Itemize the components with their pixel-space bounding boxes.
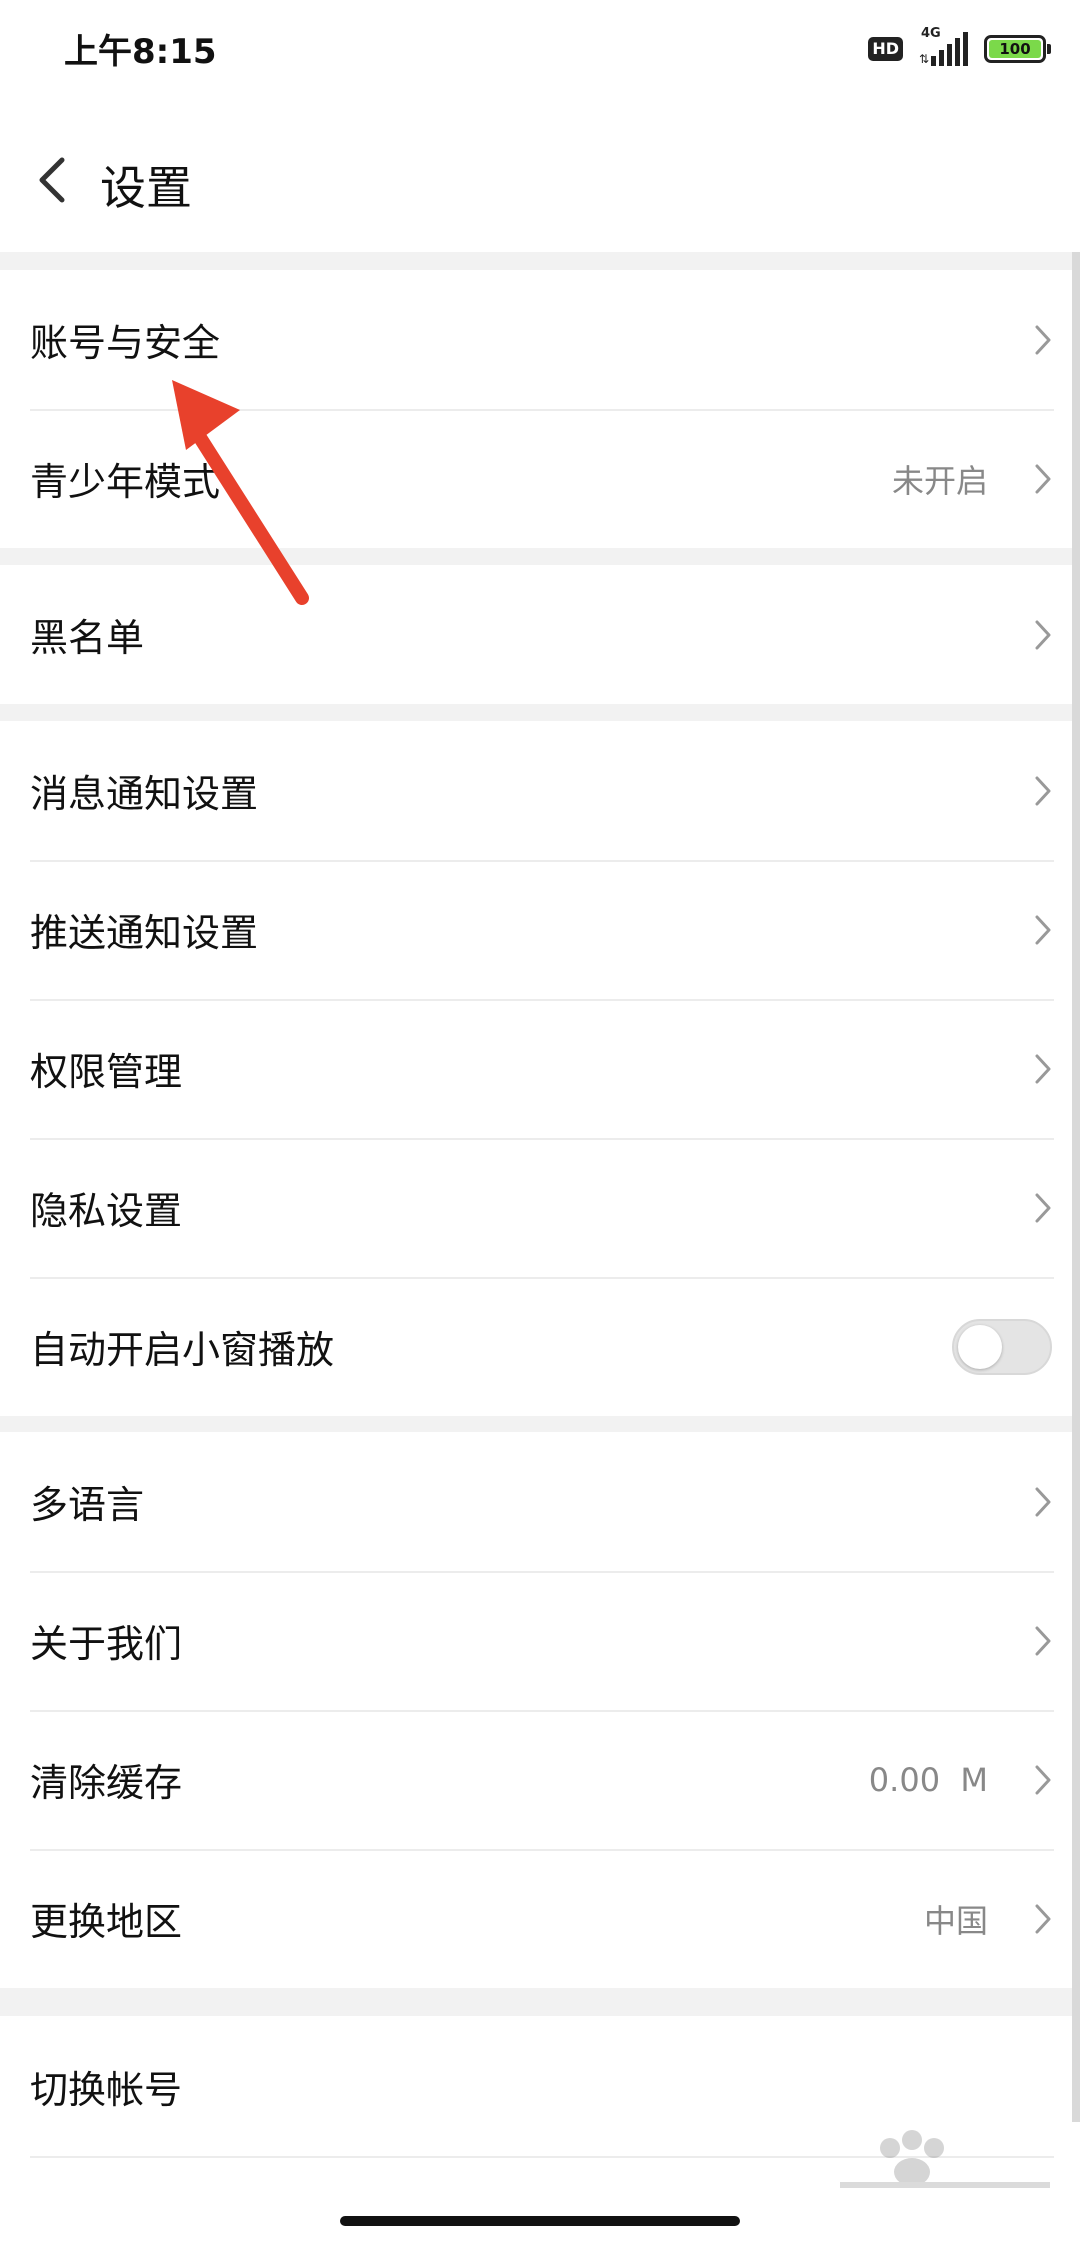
row-value: 未开启 [891,461,988,500]
row-value: 0.00 M [868,1760,988,1799]
settings-row-about-us[interactable]: 关于我们 [0,1571,1080,1710]
baidu-jingyan-watermark [840,2130,1050,2188]
app-header: 设置 [0,100,1080,252]
battery-icon: 100 [984,35,1051,63]
settings-row-clear-cache[interactable]: 清除缓存 0.00 M [0,1710,1080,1849]
chevron-left-icon [39,157,65,203]
status-icons: HD 4G ⇅ 100 [868,24,1051,74]
battery-level: 100 [989,40,1041,58]
row-label: 权限管理 [30,1050,183,1094]
back-button[interactable] [30,150,80,210]
chevron-right-icon [1035,1193,1051,1222]
settings-row-language[interactable]: 多语言 [0,1432,1080,1571]
settings-group-general: 多语言 关于我们 清除缓存 0.00 M 更换地区 中国 [0,1432,1080,1988]
settings-row-push-notification[interactable]: 推送通知设置 [0,860,1080,999]
row-label: 自动开启小窗播放 [30,1328,335,1372]
toggle-knob [958,1324,1002,1369]
row-label: 清除缓存 [30,1761,183,1805]
settings-row-privacy[interactable]: 隐私设置 [0,1138,1080,1277]
row-label: 隐私设置 [30,1189,183,1233]
row-label: 更换地区 [30,1900,183,1944]
chevron-right-icon [1035,1765,1051,1794]
page-title: 设置 [100,161,192,215]
cellular-signal-icon: 4G ⇅ [919,26,968,66]
data-arrows-icon: ⇅ [919,52,930,66]
row-label: 关于我们 [30,1622,183,1666]
auto-mini-window-toggle[interactable] [952,1318,1052,1375]
settings-row-permissions[interactable]: 权限管理 [0,999,1080,1138]
settings-screen: 上午8:15 HD 4G ⇅ 100 设置 账号与安全 青少年模式 未开启 黑名… [0,0,1080,2248]
status-bar: 上午8:15 HD 4G ⇅ 100 [0,0,1080,100]
settings-row-auto-mini-window: 自动开启小窗播放 [0,1277,1080,1416]
settings-row-message-notification[interactable]: 消息通知设置 [0,721,1080,860]
chevron-right-icon [1035,464,1051,493]
hd-badge: HD [868,37,903,61]
status-time: 上午8:15 [64,32,217,72]
chevron-right-icon [1035,1054,1051,1083]
row-value: 中国 [923,1901,988,1940]
chevron-right-icon [1035,325,1051,354]
row-label: 消息通知设置 [30,772,259,816]
home-indicator[interactable] [340,2216,740,2226]
chevron-right-icon [1035,1904,1051,1933]
settings-row-change-region[interactable]: 更换地区 中国 [0,1849,1080,1988]
chevron-right-icon [1035,1626,1051,1655]
chevron-right-icon [1035,1487,1051,1516]
red-arrow-icon [172,380,309,605]
chevron-right-icon [1035,620,1051,649]
network-type: 4G [921,26,941,41]
row-label: 推送通知设置 [30,911,259,955]
row-label: 切换帐号 [30,2067,183,2112]
chevron-right-icon [1035,776,1051,805]
row-label: 账号与安全 [30,321,221,365]
scrollbar[interactable] [1072,252,1080,2122]
chevron-right-icon [1035,915,1051,944]
row-label: 多语言 [30,1483,145,1527]
row-label: 黑名单 [30,616,145,660]
settings-group-notifications: 消息通知设置 推送通知设置 权限管理 隐私设置 自动开启小窗播放 [0,721,1080,1416]
